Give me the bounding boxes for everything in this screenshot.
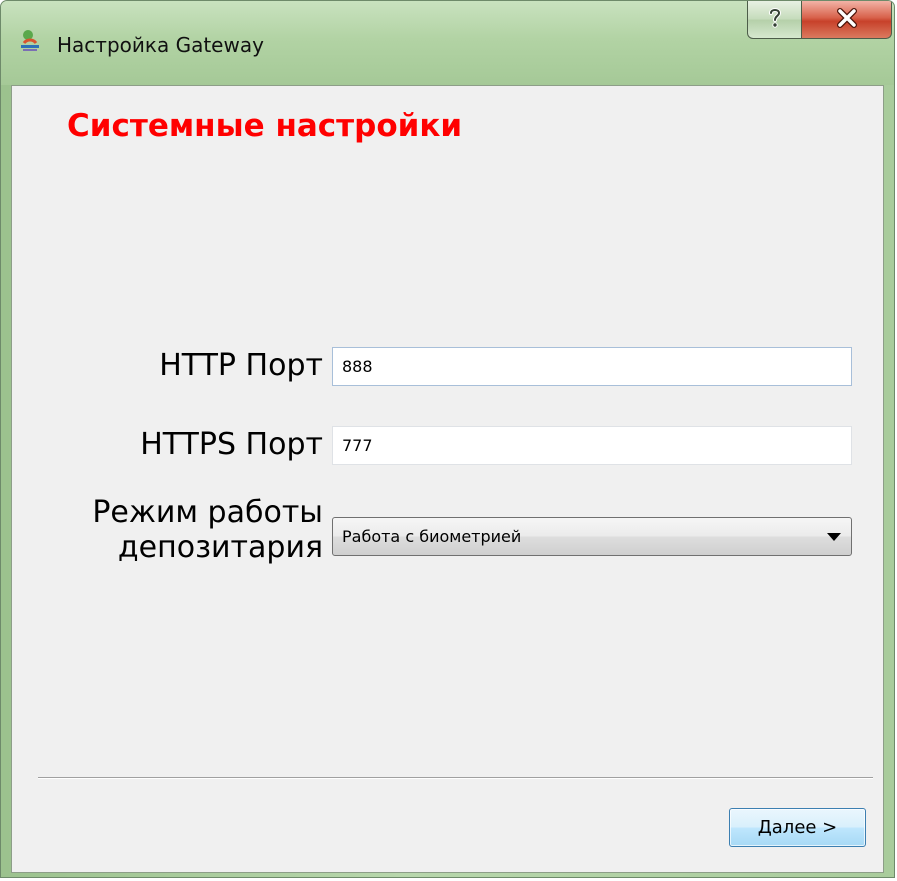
close-x-icon (835, 7, 859, 32)
footer-separator (38, 777, 873, 779)
app-icon (17, 27, 43, 53)
next-button-label: алее > (771, 817, 838, 838)
dialog-content: Системные настройки HTTP Порт HTTPS Порт… (11, 85, 884, 873)
depository-mode-select[interactable]: Работа с биометрией (332, 517, 852, 556)
https-port-input[interactable] (332, 426, 852, 465)
https-port-label: HTTPS Порт (140, 427, 323, 462)
settings-window: Настройка Gateway Системные настройки HT… (0, 0, 895, 878)
depository-mode-selected-value: Работа с биометрией (342, 527, 522, 546)
http-port-label: HTTP Порт (159, 348, 323, 383)
window-title: Настройка Gateway (57, 33, 264, 57)
help-button[interactable] (747, 1, 802, 39)
http-port-input[interactable] (332, 347, 852, 386)
question-icon (766, 7, 784, 33)
title-bar[interactable]: Настройка Gateway (1, 1, 894, 85)
depository-mode-label-line2: депозитария (117, 529, 323, 565)
page-title: Системные настройки (67, 108, 463, 144)
close-button[interactable] (801, 1, 892, 39)
next-button[interactable]: Далее > (729, 808, 866, 847)
dropdown-arrow-icon[interactable] (817, 518, 851, 555)
depository-mode-label: Режим работы депозитария (92, 495, 323, 566)
depository-mode-label-line1: Режим работы (92, 495, 323, 530)
next-button-mnemonic: Д (757, 817, 772, 838)
